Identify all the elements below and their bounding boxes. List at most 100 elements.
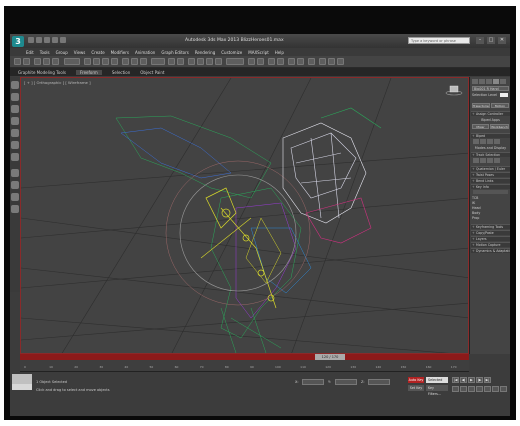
- curve-editor-icon[interactable]: [288, 58, 295, 65]
- modify-tab-icon[interactable]: [479, 79, 485, 84]
- menu-help[interactable]: Help: [275, 50, 284, 55]
- pivot-center-icon[interactable]: [168, 58, 175, 65]
- angle-snap-icon[interactable]: [197, 58, 204, 65]
- play-button[interactable]: ▶: [468, 377, 475, 383]
- field-of-view-icon[interactable]: [476, 386, 483, 392]
- rollout-copy-paste[interactable]: Copy/Paste: [471, 230, 510, 236]
- percent-snap-icon[interactable]: [206, 58, 213, 65]
- manipulate-icon[interactable]: [177, 58, 184, 65]
- hierarchy-tab-icon[interactable]: [486, 79, 492, 84]
- motion-tab-icon[interactable]: [493, 79, 499, 84]
- zoom-extents-icon[interactable]: [468, 386, 475, 392]
- new-icon[interactable]: [28, 37, 34, 43]
- set-key-button[interactable]: Set Key: [408, 385, 424, 391]
- motion-flow-icon[interactable]: [487, 139, 493, 144]
- rollout-quaternion-euler[interactable]: Quaternion / Euler: [471, 166, 510, 172]
- rollout-track-selection[interactable]: Track Selection: [471, 152, 510, 158]
- named-selection-dropdown[interactable]: [226, 58, 244, 65]
- z-coord-field[interactable]: [368, 379, 390, 385]
- rotate-icon[interactable]: [131, 58, 138, 65]
- tcb-label[interactable]: TCB: [472, 196, 509, 200]
- undo-icon[interactable]: [14, 58, 21, 65]
- rollout-dynamics-adaptation[interactable]: Dynamics & Adaptation: [471, 248, 510, 254]
- workbench-button[interactable]: Workbench: [490, 124, 509, 129]
- undo-icon[interactable]: [52, 37, 58, 43]
- orbit-icon[interactable]: [492, 386, 499, 392]
- previous-frame-button[interactable]: ◀|: [460, 377, 467, 383]
- zoom-icon[interactable]: [452, 386, 459, 392]
- menu-animation[interactable]: Animation: [135, 50, 155, 55]
- maximize-viewport-icon[interactable]: [500, 386, 507, 392]
- tab-graphite-modeling-tools[interactable]: Graphite Modeling Tools: [18, 70, 66, 75]
- trajectories-button[interactable]: Trajectories: [472, 103, 490, 108]
- select-object-icon[interactable]: [84, 58, 91, 65]
- menu-tools[interactable]: Tools: [40, 50, 50, 55]
- prop-label[interactable]: Prop: [472, 216, 509, 220]
- menu-maxscript[interactable]: MAXScript: [248, 50, 269, 55]
- redo-icon[interactable]: [23, 58, 30, 65]
- rollout-keyframing-tools[interactable]: Keyframing Tools: [471, 224, 510, 230]
- track-bar[interactable]: 0 10 20 30 40 50 60 70 80 90 100 110 120 130 140 150 160…: [20, 360, 469, 372]
- app-logo-icon[interactable]: 3: [12, 36, 24, 47]
- grow-icon[interactable]: [11, 141, 19, 149]
- minimize-button[interactable]: –: [476, 37, 484, 44]
- graphite-toggle-icon[interactable]: [277, 58, 284, 65]
- scale-icon[interactable]: [140, 58, 147, 65]
- menu-create[interactable]: Create: [91, 50, 104, 55]
- mixer-button[interactable]: Mixer: [472, 124, 489, 129]
- menu-edit[interactable]: Edit: [26, 50, 34, 55]
- next-frame-button[interactable]: |▶: [476, 377, 483, 383]
- rollout-assign-controller[interactable]: Assign Controller: [471, 111, 510, 117]
- close-button[interactable]: ✕: [498, 37, 506, 44]
- material-editor-icon[interactable]: [308, 58, 315, 65]
- key-filters-button[interactable]: Key Filters...: [426, 385, 448, 396]
- body-horizontal-icon[interactable]: [473, 158, 479, 163]
- search-input[interactable]: Type a keyword or phrase: [408, 37, 470, 44]
- loop-icon[interactable]: [11, 117, 19, 125]
- lock-cob-icon[interactable]: [494, 158, 500, 163]
- go-to-start-button[interactable]: |◀: [452, 377, 459, 383]
- viewport[interactable]: [ + ] [ Orthographic ] [ Wireframe ]: [20, 77, 469, 354]
- spinner-snap-icon[interactable]: [215, 58, 222, 65]
- body-label[interactable]: Body: [472, 211, 509, 215]
- rollout-twist-poses[interactable]: Twist Poses: [471, 172, 510, 178]
- body-vertical-icon[interactable]: [480, 158, 486, 163]
- selection-region-icon[interactable]: [102, 58, 109, 65]
- window-crossing-icon[interactable]: [111, 58, 118, 65]
- menu-rendering[interactable]: Rendering: [195, 50, 215, 55]
- y-coord-field[interactable]: [335, 379, 357, 385]
- tab-freeform[interactable]: Freeform: [76, 69, 102, 75]
- pan-icon[interactable]: [484, 386, 491, 392]
- rollout-biped[interactable]: Biped: [471, 133, 510, 139]
- menu-modifiers[interactable]: Modifiers: [111, 50, 129, 55]
- select-by-name-icon[interactable]: [93, 58, 100, 65]
- schematic-view-icon[interactable]: [297, 58, 304, 65]
- render-icon[interactable]: [337, 58, 344, 65]
- paint-deform-icon[interactable]: [11, 169, 19, 177]
- render-setup-icon[interactable]: [319, 58, 326, 65]
- bind-space-warp-icon[interactable]: [52, 58, 59, 65]
- key-info-controls[interactable]: [473, 190, 508, 194]
- ring-icon[interactable]: [11, 129, 19, 137]
- rollout-motion-capture[interactable]: Motion Capture: [471, 242, 510, 248]
- mixer-mode-icon[interactable]: [494, 139, 500, 144]
- rollout-key-info[interactable]: Key Info: [471, 184, 510, 190]
- tab-selection[interactable]: Selection: [112, 70, 130, 75]
- open-icon[interactable]: [36, 37, 42, 43]
- redo-icon[interactable]: [60, 37, 66, 43]
- relax-icon[interactable]: [11, 181, 19, 189]
- reference-coordinate-dropdown[interactable]: [151, 58, 165, 65]
- color-swatch[interactable]: [500, 93, 508, 97]
- rollout-bend-links[interactable]: Bend Links: [471, 178, 510, 184]
- snaps-toggle-icon[interactable]: [188, 58, 195, 65]
- key-mode-dropdown[interactable]: Selected: [426, 377, 448, 383]
- unlink-icon[interactable]: [43, 58, 50, 65]
- rollout-layers[interactable]: Layers: [471, 236, 510, 242]
- menu-customize[interactable]: Customize: [221, 50, 242, 55]
- x-coord-field[interactable]: [302, 379, 324, 385]
- zoom-all-icon[interactable]: [460, 386, 467, 392]
- display-tab-icon[interactable]: [500, 79, 506, 84]
- tab-object-paint[interactable]: Object Paint: [140, 70, 164, 75]
- viewcube-icon[interactable]: [445, 84, 463, 96]
- paint-icon[interactable]: [11, 105, 19, 113]
